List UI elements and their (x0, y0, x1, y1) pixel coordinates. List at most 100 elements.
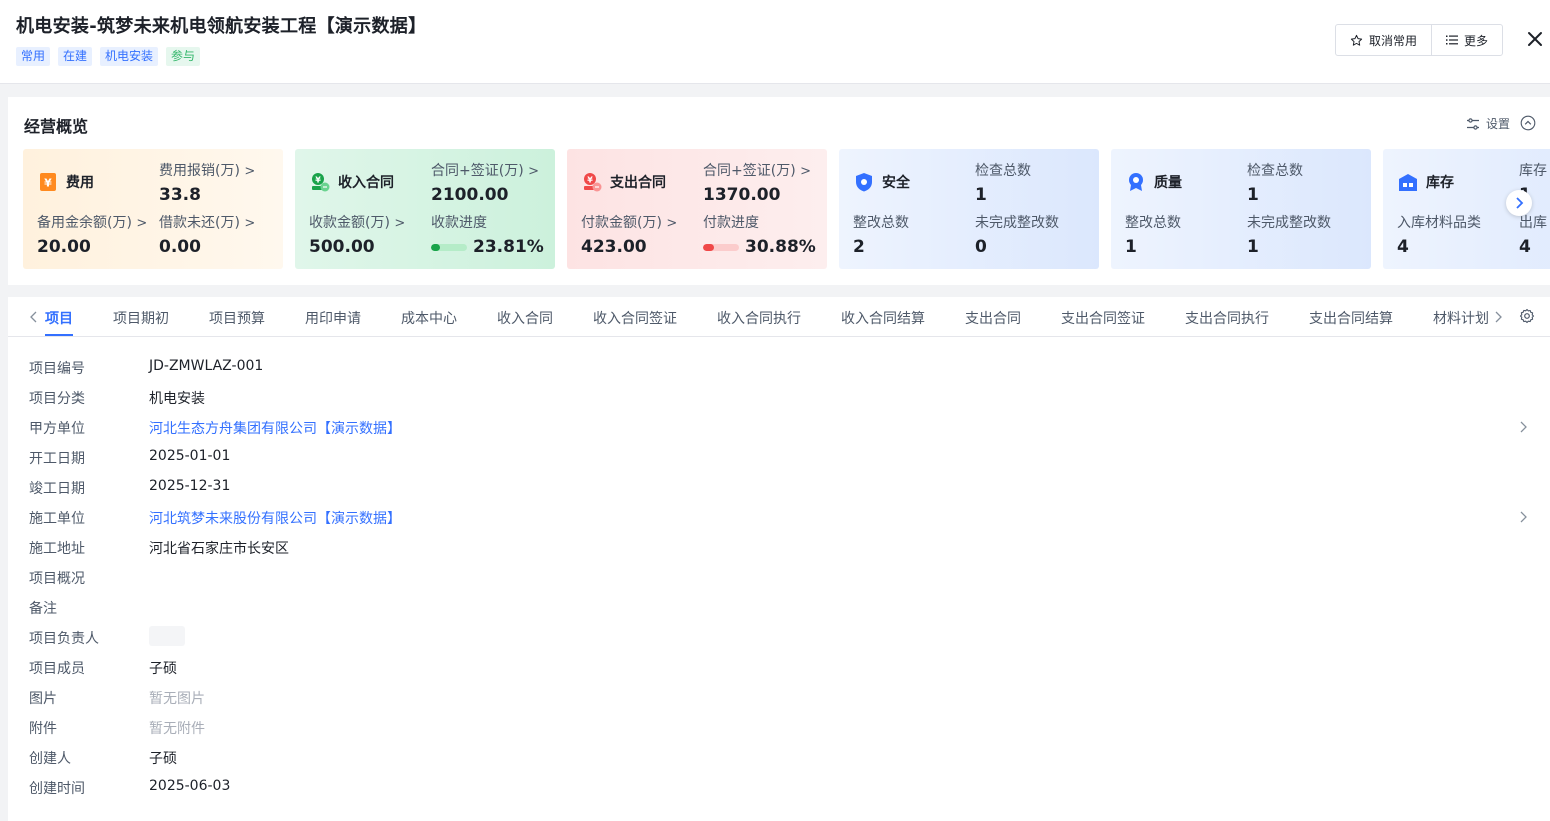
income-contract-icon: ¥ (312, 173, 330, 192)
progress-fill (703, 243, 715, 251)
tab-income-contract-visa[interactable]: 收入合同签证 (593, 308, 677, 328)
card-title: 收入合同 (338, 175, 394, 191)
detail-label: 项目编号 (29, 361, 85, 377)
tab-expense-contract-visa[interactable]: 支出合同签证 (1061, 308, 1145, 328)
chevron-right-icon[interactable] (1492, 309, 1504, 325)
chevron-right-icon: > (136, 216, 148, 231)
tab-income-contract-settlement[interactable]: 收入合同结算 (841, 308, 925, 328)
expense-icon: ¥ (40, 173, 56, 191)
detail-label: 图片 (29, 691, 57, 707)
tab-expense-contract-settlement[interactable]: 支出合同结算 (1309, 308, 1393, 328)
chevron-right-icon: > (800, 164, 812, 179)
card-header: ¥ 收入合同 (309, 171, 394, 193)
card-label: 检查总数 (975, 163, 1031, 179)
card-label: 付款进度 (703, 215, 759, 231)
tab-expense-contract-execution[interactable]: 支出合同执行 (1185, 308, 1269, 328)
more-label: 更多 (1464, 33, 1489, 48)
tab-project-budget[interactable]: 项目预算 (209, 308, 265, 328)
tab-project[interactable]: 项目 (45, 308, 73, 328)
progress-value: 23.81% (473, 237, 544, 257)
detail-row-completion-date: 竣工日期 2025-12-31 (8, 472, 1550, 502)
tag-participate: 参与 (166, 47, 201, 66)
unfavorite-button[interactable]: 取消常用 (1336, 25, 1431, 55)
card-header: 质量 (1125, 171, 1182, 193)
close-icon[interactable] (1524, 28, 1546, 50)
svg-text:¥: ¥ (315, 176, 321, 185)
card-label: 整改总数 (1125, 215, 1181, 231)
card-income-contract[interactable]: ¥ 收入合同 合同+签证(万) > 2100.00 收款金额(万) > 500.… (295, 149, 555, 269)
avatar (149, 626, 185, 646)
tag-in-progress: 在建 (58, 47, 93, 66)
overview-setting-button[interactable]: 设置 (1466, 115, 1510, 132)
tag-list: 常用 在建 机电安装 参与 (16, 47, 201, 66)
quality-badge-icon (1129, 173, 1143, 191)
chevron-right-icon: > (666, 216, 678, 231)
card-label[interactable]: 合同+签证(万) > (431, 160, 539, 180)
card-value: 1 (1247, 185, 1259, 205)
card-label[interactable]: 借款未还(万) > (159, 212, 255, 232)
chevron-right-icon[interactable] (1519, 419, 1529, 435)
detail-label: 竣工日期 (29, 481, 85, 497)
detail-value: 暂无附件 (149, 721, 205, 737)
tab-income-contract[interactable]: 收入合同 (497, 308, 553, 328)
chevron-right-icon[interactable] (1519, 509, 1529, 525)
tab-seal-request[interactable]: 用印申请 (305, 308, 361, 328)
overview-panel: 经营概览 设置 ¥ 费用 费用报销(万) > 33.8 备用金余额(万) > 2… (8, 97, 1550, 285)
detail-row-address: 施工地址 河北省石家庄市长安区 (8, 532, 1550, 562)
chevron-left-icon[interactable] (28, 309, 40, 325)
card-label: 入库材料品类 (1397, 215, 1481, 231)
detail-row-start-date: 开工日期 2025-01-01 (8, 442, 1550, 472)
detail-label: 项目成员 (29, 661, 85, 677)
detail-row-client[interactable]: 甲方单位 河北生态方舟集团有限公司【演示数据】 (8, 412, 1550, 442)
gear-icon[interactable] (1519, 308, 1535, 324)
svg-text:¥: ¥ (44, 177, 52, 190)
card-quality[interactable]: 质量 检查总数 1 整改总数 1 未完成整改数 1 (1111, 149, 1371, 269)
card-value: 500.00 (309, 237, 375, 257)
detail-label: 备注 (29, 601, 57, 617)
detail-row-project-code: 项目编号 JD-ZMWLAZ-001 (8, 352, 1550, 382)
card-expense[interactable]: ¥ 费用 费用报销(万) > 33.8 备用金余额(万) > 20.00 借款未… (23, 149, 283, 269)
more-button[interactable]: 更多 (1431, 25, 1502, 55)
detail-label: 附件 (29, 721, 57, 737)
svg-text:¥: ¥ (587, 176, 593, 185)
sliders-icon (1466, 117, 1479, 130)
card-label[interactable]: 收款金额(万) > (309, 212, 405, 232)
list-icon (1446, 35, 1459, 45)
tab-income-contract-execution[interactable]: 收入合同执行 (717, 308, 801, 328)
detail-label: 项目负责人 (29, 631, 99, 647)
card-label[interactable]: 合同+签证(万) > (703, 160, 811, 180)
contractor-link[interactable]: 河北筑梦未来股份有限公司【演示数据】 (149, 508, 401, 528)
unfavorite-label: 取消常用 (1369, 33, 1418, 48)
detail-panel: 项目 项目期初 项目预算 用印申请 成本中心 收入合同 收入合同签证 收入合同执… (8, 297, 1550, 821)
card-header: ¥ 费用 (37, 171, 94, 193)
tab-expense-contract[interactable]: 支出合同 (965, 308, 1021, 328)
card-value: 33.8 (159, 185, 201, 205)
header-button-group: 取消常用 更多 (1335, 24, 1504, 56)
card-value: 20.00 (37, 237, 91, 257)
card-title: 质量 (1154, 175, 1182, 191)
warehouse-icon (1399, 174, 1417, 191)
detail-value: JD-ZMWLAZ-001 (149, 358, 264, 374)
card-label: 未完成整改数 (1247, 215, 1331, 231)
card-label: 未完成整改数 (975, 215, 1059, 231)
client-link[interactable]: 河北生态方舟集团有限公司【演示数据】 (149, 418, 401, 438)
detail-list: 项目编号 JD-ZMWLAZ-001 项目分类 机电安装 甲方单位 河北生态方舟… (8, 352, 1550, 802)
card-safety[interactable]: 安全 检查总数 1 整改总数 2 未完成整改数 0 (839, 149, 1099, 269)
overview-setting-label: 设置 (1485, 117, 1510, 131)
tab-project-opening[interactable]: 项目期初 (113, 308, 169, 328)
card-label[interactable]: 费用报销(万) > (159, 160, 255, 180)
tab-cost-center[interactable]: 成本中心 (401, 308, 457, 328)
card-value: 1 (1125, 237, 1137, 257)
cards-next-button[interactable] (1506, 190, 1532, 216)
card-label[interactable]: 备用金余额(万) > (37, 212, 147, 232)
collapse-up-icon[interactable] (1520, 115, 1536, 131)
detail-row-attachments: 附件 暂无附件 (8, 712, 1550, 742)
tab-material-plan[interactable]: 材料计划 (1433, 308, 1489, 328)
card-expense-contract[interactable]: ¥ 支出合同 合同+签证(万) > 1370.00 付款金额(万) > 423.… (567, 149, 827, 269)
card-label: 收款进度 (431, 215, 487, 231)
card-label[interactable]: 付款金额(万) > (581, 212, 677, 232)
detail-value: 子硕 (149, 751, 177, 767)
card-value: 4 (1397, 237, 1409, 257)
detail-row-members: 项目成员 子硕 (8, 652, 1550, 682)
detail-row-contractor[interactable]: 施工单位 河北筑梦未来股份有限公司【演示数据】 (8, 502, 1550, 532)
